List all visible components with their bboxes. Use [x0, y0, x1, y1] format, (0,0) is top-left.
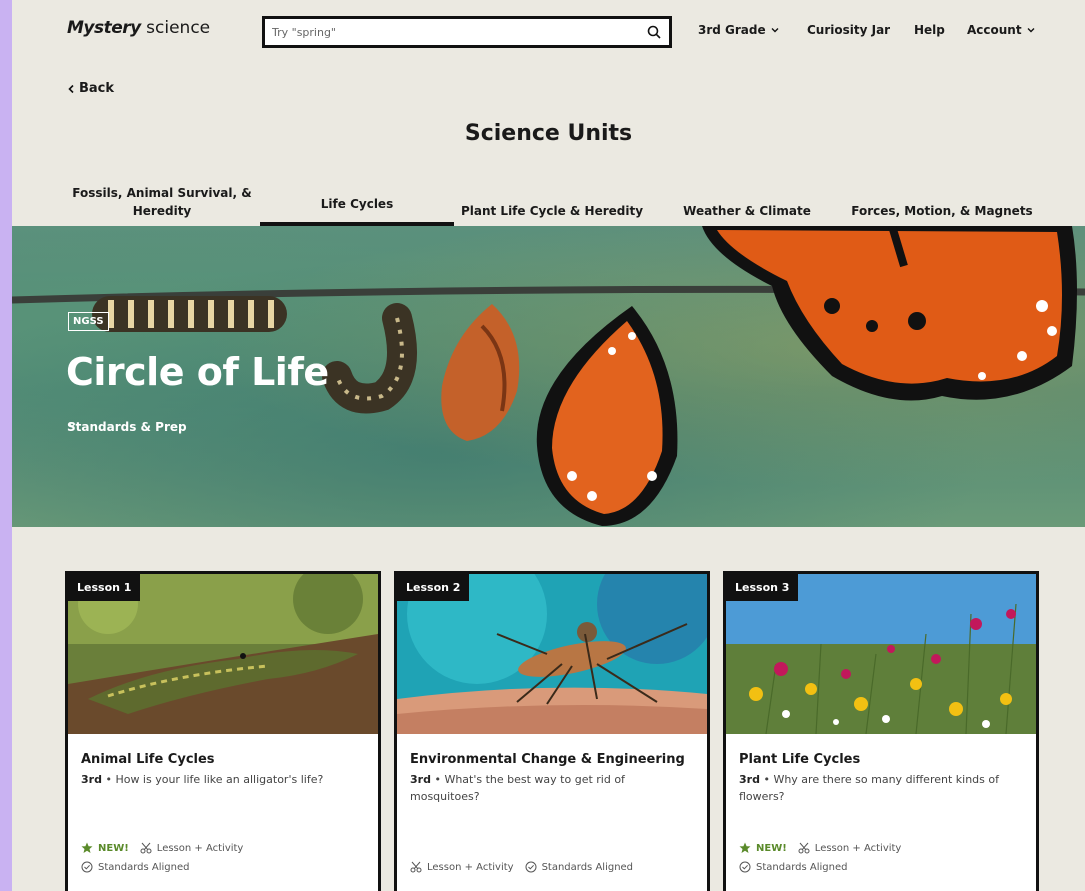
tab-label: Life Cycles — [320, 196, 394, 211]
unit-title: Circle of Life — [66, 350, 329, 394]
lesson-meta: Lesson + Activity Standards Aligned — [410, 861, 633, 873]
back-link[interactable]: Back — [67, 81, 114, 96]
lesson-title: Animal Life Cycles — [81, 752, 215, 767]
tab-label: Plant Life Cycle & Heredity — [460, 203, 644, 218]
chevron-left-icon — [68, 84, 74, 93]
curiosity-jar-link[interactable]: Curiosity Jar — [807, 23, 890, 37]
scissors-icon — [140, 842, 152, 854]
lesson-tag: Lesson 2 — [397, 574, 470, 601]
grade-dropdown[interactable]: 3rd Grade — [698, 23, 780, 37]
grade-label: 3rd Grade — [698, 23, 766, 37]
logo-science-text: science — [146, 18, 211, 38]
page: Mystery science 3rd Grade Curiosity Jar … — [12, 0, 1085, 891]
new-badge: NEW! — [98, 842, 129, 854]
scissors-icon — [798, 842, 810, 854]
chevron-down-icon — [771, 28, 779, 33]
chevron-down-icon — [1027, 28, 1035, 33]
check-circle-icon — [81, 861, 93, 873]
page-title: Science Units — [464, 121, 633, 146]
mystery-science-logo[interactable]: Mystery science — [67, 18, 210, 38]
search-input[interactable] — [265, 19, 639, 45]
tab-label: Weather & Climate — [683, 203, 811, 218]
tab-label: Forces, Motion, & Magnets — [851, 203, 1033, 218]
standards-label: Standards Aligned — [756, 861, 848, 873]
curiosity-jar-label: Curiosity Jar — [807, 23, 891, 37]
lesson-card-2[interactable]: Lesson 2 Environmental Change & Engineer… — [394, 571, 710, 891]
help-link[interactable]: Help — [914, 23, 945, 37]
tab-label: Fossils, Animal Survival, & Heredity — [72, 186, 252, 218]
check-circle-icon — [525, 861, 537, 873]
lesson-type: Lesson + Activity — [814, 842, 902, 854]
lesson-card-3[interactable]: Lesson 3 Plant Life Cycles 3rd • Why are… — [723, 571, 1039, 891]
lesson-title: Plant Life Cycles — [739, 752, 861, 767]
lesson-meta: NEW! Lesson + Activity — [81, 842, 243, 854]
lesson-type: Lesson + Activity — [427, 861, 514, 873]
lesson-question: What's the best way to get rid of mosqui… — [410, 773, 625, 803]
lesson-description: 3rd • How is your life like an alligator… — [81, 773, 324, 786]
lesson-type: Lesson + Activity — [156, 842, 244, 854]
star-icon — [81, 842, 93, 853]
check-circle-icon — [739, 861, 751, 873]
standards-label: Standards Aligned — [541, 861, 634, 873]
search-bar — [262, 16, 672, 48]
hero-banner: NGSS Circle of Life Standards & Prep — [12, 226, 1085, 527]
lesson-question: How is your life like an alligator's lif… — [115, 773, 324, 786]
back-label: Back — [79, 81, 115, 96]
lesson-description: 3rd • What's the best way to get rid of … — [410, 773, 625, 803]
scissors-icon — [410, 861, 422, 873]
account-dropdown[interactable]: Account — [967, 23, 1036, 37]
star-icon — [739, 842, 751, 853]
tab-plant-life-cycle-heredity[interactable]: Plant Life Cycle & Heredity — [457, 180, 647, 226]
logo-mystery-text: Mystery — [67, 18, 141, 38]
tab-weather-climate[interactable]: Weather & Climate — [662, 180, 832, 226]
lesson-standards: Standards Aligned — [739, 861, 847, 873]
tab-fossils-animal-survival-heredity[interactable]: Fossils, Animal Survival, & Heredity — [67, 180, 257, 226]
lesson-description: 3rd • Why are there so many different ki… — [739, 773, 999, 803]
search-icon[interactable] — [639, 19, 669, 45]
lesson-question: Why are there so many different kinds of… — [739, 773, 999, 803]
tab-forces-motion-magnets[interactable]: Forces, Motion, & Magnets — [842, 180, 1042, 226]
lesson-card-1[interactable]: Lesson 1 Animal Life Cycles 3rd • How is… — [65, 571, 381, 891]
chevron-down-icon — [68, 423, 76, 428]
account-label: Account — [967, 23, 1022, 37]
lesson-meta: NEW! Lesson + Activity — [739, 842, 901, 854]
lesson-tag: Lesson 3 — [726, 574, 799, 601]
help-label: Help — [914, 23, 945, 37]
standards-prep-label: Standards & Prep — [67, 420, 187, 434]
lesson-tag: Lesson 1 — [68, 574, 141, 601]
new-badge: NEW! — [756, 842, 787, 854]
lesson-title: Environmental Change & Engineering — [410, 752, 685, 767]
unit-tabs: Fossils, Animal Survival, & Heredity Lif… — [12, 180, 1085, 226]
lesson-grade: 3rd — [739, 773, 760, 786]
tab-life-cycles[interactable]: Life Cycles — [260, 180, 454, 226]
lesson-grade: 3rd — [81, 773, 102, 786]
lesson-grade: 3rd — [410, 773, 431, 786]
standards-label: Standards Aligned — [98, 861, 190, 873]
standards-prep-dropdown[interactable]: Standards & Prep — [67, 420, 187, 434]
lesson-standards: Standards Aligned — [81, 861, 189, 873]
ngss-badge: NGSS — [68, 312, 109, 331]
